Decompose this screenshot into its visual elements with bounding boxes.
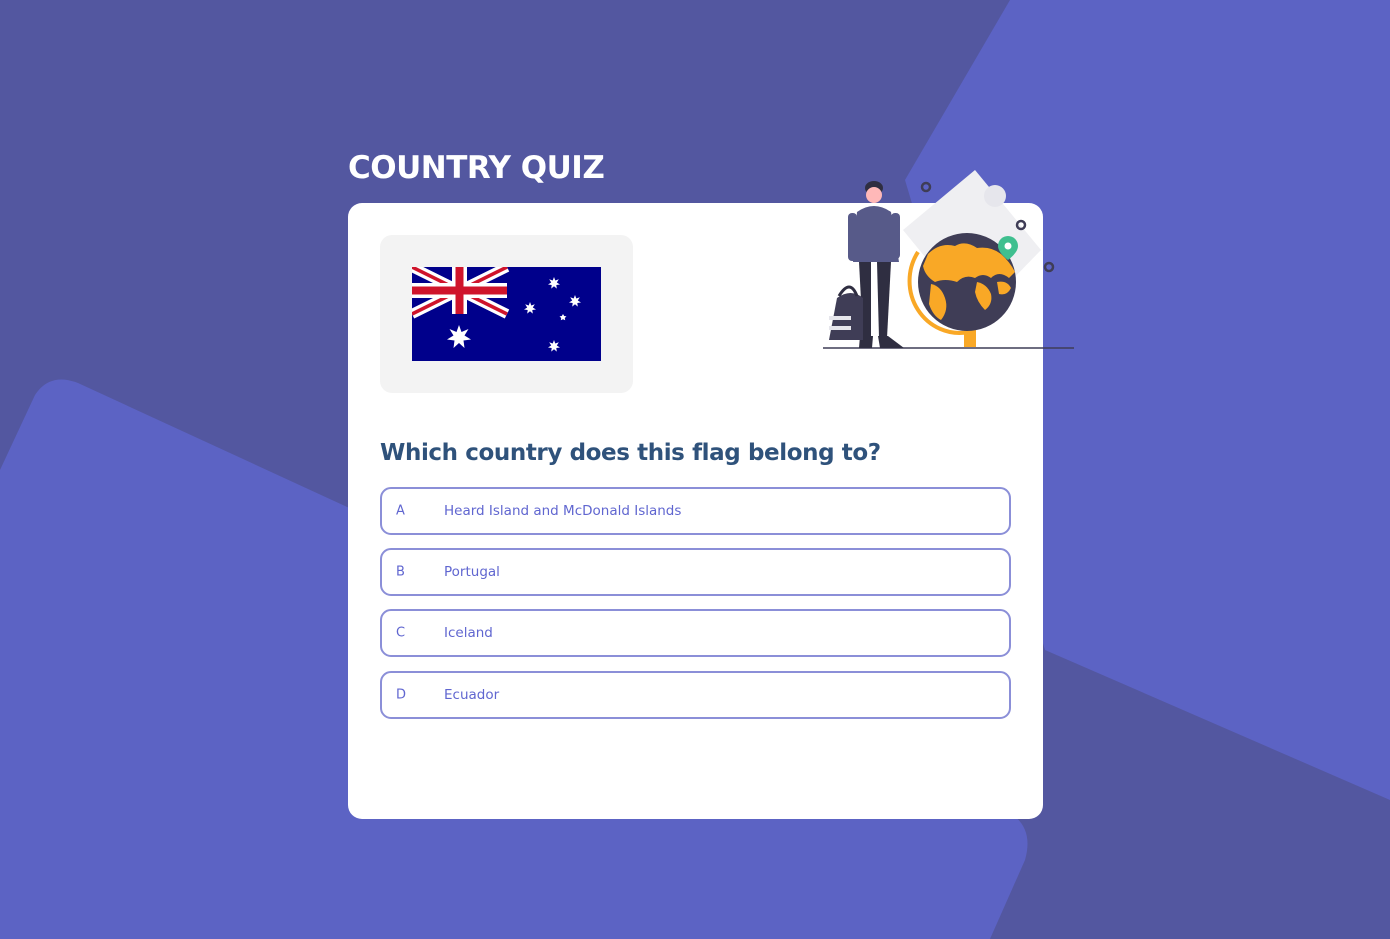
answer-option-letter: D: [396, 687, 407, 703]
answer-option-letter: A: [396, 503, 405, 519]
answer-option-letter: C: [396, 625, 406, 641]
traveler-with-globe-illustration-icon: [823, 170, 1074, 349]
answer-option-c[interactable]: C Iceland: [380, 609, 1011, 657]
app-title: COUNTRY QUIZ: [348, 150, 605, 186]
quiz-question: Which country does this flag belong to?: [380, 440, 881, 466]
answer-option-label: Ecuador: [444, 687, 500, 703]
answer-option-d[interactable]: D Ecuador: [380, 671, 1011, 719]
answer-option-label: Portugal: [444, 564, 500, 580]
answer-option-a[interactable]: A Heard Island and McDonald Islands: [380, 487, 1011, 535]
answer-option-label: Iceland: [444, 625, 493, 641]
answer-option-label: Heard Island and McDonald Islands: [444, 503, 682, 519]
answer-option-letter: B: [396, 564, 405, 580]
answer-option-b[interactable]: B Portugal: [380, 548, 1011, 596]
australia-flag-icon: [412, 267, 601, 361]
